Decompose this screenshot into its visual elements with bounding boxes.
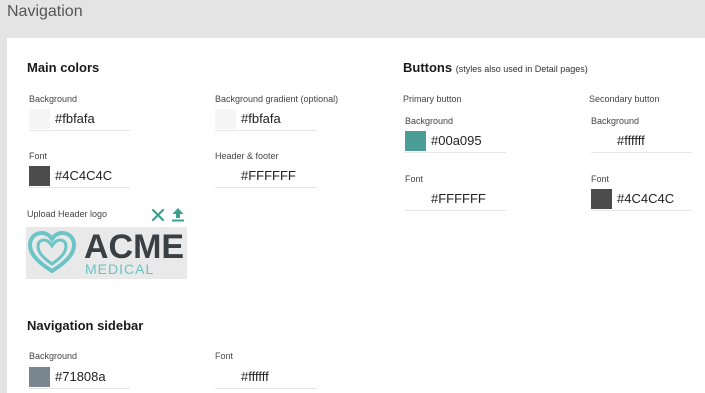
header-logo-preview: ACME MEDICAL <box>26 227 187 279</box>
primary-background-field[interactable]: #00a095 <box>405 129 506 153</box>
primary-font-value: #FFFFFF <box>431 191 486 206</box>
secondary-font-field[interactable]: #4C4C4C <box>591 187 692 211</box>
background-gradient-field[interactable]: #fbfafa <box>215 107 317 131</box>
sidebar-font-label: Font <box>215 351 234 361</box>
background-label: Background <box>29 94 78 104</box>
sidebar-background-field[interactable]: #71808a <box>29 365 130 389</box>
background-color-field[interactable]: #fbfafa <box>29 107 130 131</box>
font-value: #4C4C4C <box>55 168 113 183</box>
background-gradient-label: Background gradient (optional) <box>215 94 339 104</box>
main-colors-title: Main colors <box>27 60 100 75</box>
primary-font-field[interactable]: #FFFFFF <box>405 187 506 211</box>
header-footer-label: Header & footer <box>215 151 279 161</box>
header-footer-value: #FFFFFF <box>241 168 296 183</box>
secondary-background-field[interactable]: #ffffff <box>591 129 692 153</box>
sidebar-font-value: #ffffff <box>241 369 269 384</box>
navigation-sidebar-title: Navigation sidebar <box>27 318 144 333</box>
primary-font-label: Font <box>405 174 424 184</box>
header-footer-field[interactable]: #FFFFFF <box>215 164 317 188</box>
close-icon[interactable] <box>151 208 165 222</box>
secondary-background-value: #ffffff <box>617 133 645 148</box>
background-swatch[interactable] <box>29 108 50 129</box>
background-gradient-value: #fbfafa <box>241 111 281 126</box>
font-color-field[interactable]: #4C4C4C <box>29 164 130 188</box>
secondary-background-label: Background <box>591 116 640 126</box>
secondary-font-value: #4C4C4C <box>617 191 675 206</box>
sidebar-background-value: #71808a <box>55 369 106 384</box>
sidebar-background-label: Background <box>29 351 78 361</box>
buttons-title: Buttons (styles also used in Detail page… <box>403 60 588 75</box>
secondary-font-label: Font <box>591 174 610 184</box>
buttons-subtitle: (styles also used in Detail pages) <box>455 64 588 74</box>
background-value: #fbfafa <box>55 111 95 126</box>
acme-heart-logo-icon <box>28 231 76 274</box>
primary-button-label: Primary button <box>403 94 462 104</box>
buttons-title-text: Buttons <box>403 60 453 75</box>
upload-logo-label: Upload Header logo <box>27 209 108 219</box>
secondary-font-swatch[interactable] <box>591 188 612 209</box>
font-swatch[interactable] <box>29 165 50 186</box>
primary-background-swatch[interactable] <box>405 130 426 151</box>
primary-background-label: Background <box>405 116 454 126</box>
settings-panel: Main colors Background #fbfafa Backgroun… <box>7 38 705 393</box>
sidebar-background-swatch[interactable] <box>29 366 50 387</box>
sidebar-font-field[interactable]: #ffffff <box>215 365 317 389</box>
secondary-button-label: Secondary button <box>589 94 660 104</box>
font-label: Font <box>29 151 48 161</box>
primary-background-value: #00a095 <box>431 133 482 148</box>
logo-text: ACME <box>84 228 185 266</box>
logo-subtext: MEDICAL <box>85 261 155 277</box>
upload-icon[interactable] <box>171 207 185 222</box>
page-title: Navigation <box>7 3 83 20</box>
background-gradient-swatch[interactable] <box>215 108 236 129</box>
